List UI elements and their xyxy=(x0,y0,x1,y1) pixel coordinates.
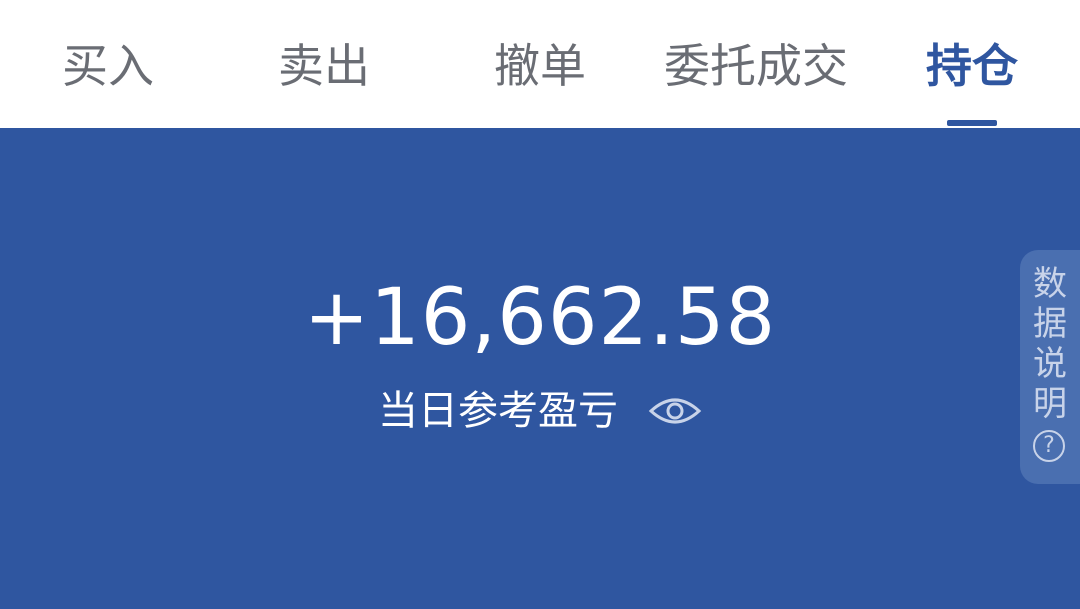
eye-icon[interactable] xyxy=(648,393,702,429)
tab-cancel-order[interactable]: 撤单 xyxy=(494,34,586,98)
daily-pnl-value: +16,662.58 xyxy=(303,273,777,363)
data-explanation-char: 数 xyxy=(1033,264,1067,304)
data-explanation-char: 明 xyxy=(1033,384,1067,424)
data-explanation-char: 据 xyxy=(1033,304,1067,344)
daily-pnl-label: 当日参考盈亏 xyxy=(378,388,618,434)
position-summary-panel: +16,662.58 当日参考盈亏 xyxy=(0,128,1080,609)
active-tab-indicator xyxy=(947,120,997,126)
tab-buy[interactable]: 买入 xyxy=(62,34,154,98)
help-icon: ? xyxy=(1033,430,1065,462)
data-explanation-button[interactable]: 数 据 说 明 ? xyxy=(1020,250,1080,484)
tab-orders-fills[interactable]: 委托成交 xyxy=(664,34,848,98)
data-explanation-char: 说 xyxy=(1033,344,1067,384)
trade-tab-bar: 买入 卖出 撤单 委托成交 持仓 xyxy=(0,0,1080,128)
tab-positions[interactable]: 持仓 xyxy=(926,34,1018,98)
daily-pnl-label-row: 当日参考盈亏 xyxy=(0,386,1080,436)
tab-sell[interactable]: 卖出 xyxy=(278,34,370,98)
